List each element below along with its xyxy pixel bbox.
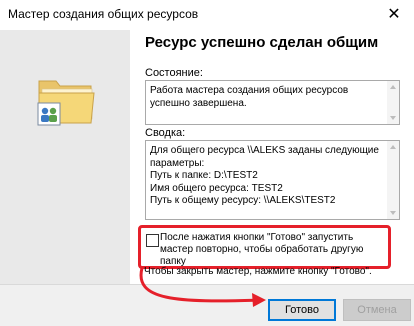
- cancel-button[interactable]: Отмена: [343, 299, 411, 321]
- finish-button[interactable]: Готово: [268, 299, 336, 321]
- annotation-arrow: [139, 267, 266, 307]
